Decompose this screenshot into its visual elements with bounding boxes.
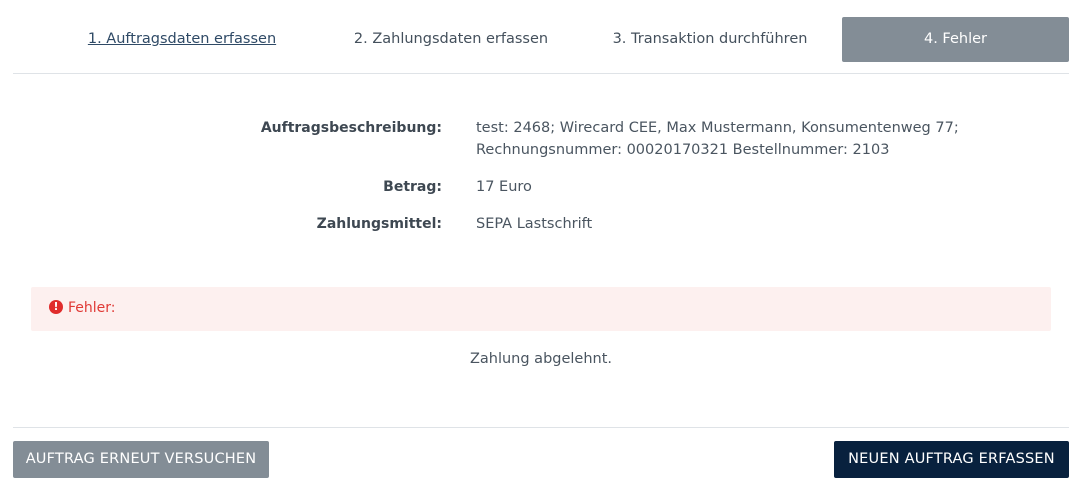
description-line-2: Rechnungsnummer: 00020170321 Bestellnumm… (476, 142, 890, 158)
retry-order-button[interactable]: AUFTRAG ERNEUT VERSUCHEN (13, 441, 269, 478)
order-error-page: 1. Auftragsdaten erfassen 2. Zahlungsdat… (0, 0, 1076, 488)
top-divider (13, 73, 1069, 74)
step-error-active: 4. Fehler (842, 17, 1069, 62)
new-order-button[interactable]: NEUEN AUFTRAG ERFASSEN (834, 441, 1069, 478)
description-line-1: test: 2468; Wirecard CEE, Max Mustermann… (476, 120, 959, 136)
exclamation-circle-icon: ! (49, 300, 63, 314)
step-transaction: 3. Transaktion durchführen (612, 31, 808, 47)
error-label: Fehler: (68, 300, 116, 316)
payment-method-label: Zahlungsmittel: (316, 216, 442, 232)
step-order-data[interactable]: 1. Auftragsdaten erfassen (13, 17, 351, 62)
error-alert: ! Fehler: (31, 287, 1051, 331)
amount-value: 17 Euro (476, 179, 532, 195)
bottom-divider (13, 427, 1069, 428)
payment-method-value: SEPA Lastschrift (476, 216, 593, 232)
step-order-data-link[interactable]: 1. Auftragsdaten erfassen (88, 31, 276, 47)
description-label: Auftragsbeschreibung: (260, 120, 442, 136)
step-payment-data: 2. Zahlungsdaten erfassen (353, 31, 549, 47)
amount-label: Betrag: (383, 179, 442, 195)
error-message: Zahlung abgelehnt. (469, 351, 613, 367)
progress-steps: 1. Auftragsdaten erfassen 2. Zahlungsdat… (13, 17, 1069, 62)
description-value: test: 2468; Wirecard CEE, Max Mustermann… (476, 117, 996, 161)
